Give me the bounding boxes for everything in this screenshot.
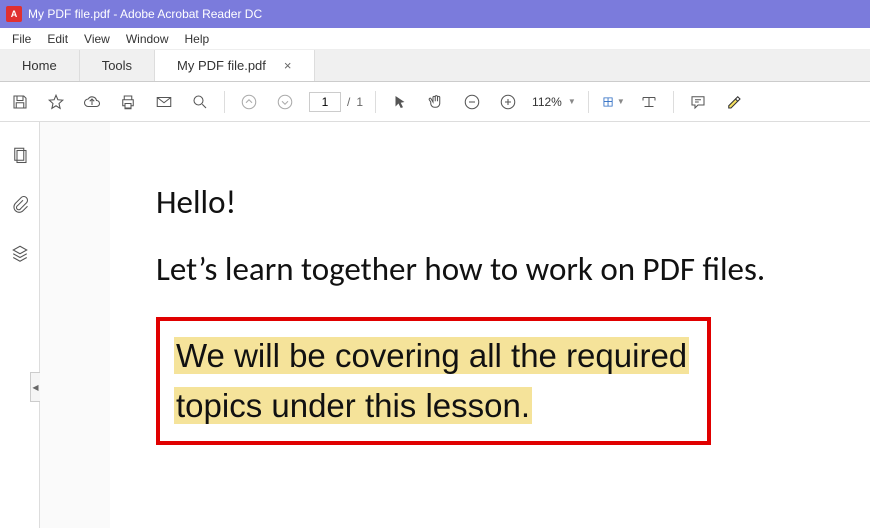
highlighted-text: We will be covering all the required <box>174 337 689 374</box>
separator <box>588 91 589 113</box>
annotation-box: We will be covering all the required top… <box>156 317 711 446</box>
thumbnails-icon[interactable] <box>11 146 29 169</box>
highlight-icon[interactable] <box>722 90 746 114</box>
star-icon[interactable] <box>44 90 68 114</box>
text-line-2: Let’s learn together how to work on PDF … <box>156 249 830 290</box>
close-icon[interactable]: × <box>284 58 292 73</box>
tab-bar: Home Tools My PDF file.pdf × <box>0 50 870 82</box>
page-total: 1 <box>356 95 363 109</box>
title-bar: A My PDF file.pdf - Adobe Acrobat Reader… <box>0 0 870 28</box>
workspace: ◀ Hello! Let’s learn together how to wor… <box>0 122 870 528</box>
tab-home-label: Home <box>22 58 57 73</box>
tab-tools-label: Tools <box>102 58 132 73</box>
toolbar: / 1 112% ▼ ▼ <box>0 82 870 122</box>
window-title: My PDF file.pdf - Adobe Acrobat Reader D… <box>28 7 262 21</box>
attachments-icon[interactable] <box>11 195 29 218</box>
menu-file[interactable]: File <box>4 30 39 48</box>
page-up-icon[interactable] <box>237 90 261 114</box>
search-icon[interactable] <box>188 90 212 114</box>
separator <box>224 91 225 113</box>
chevron-down-icon: ▼ <box>617 97 625 106</box>
menu-edit[interactable]: Edit <box>39 30 76 48</box>
left-panel: ◀ <box>0 122 40 528</box>
text-line-4: topics under this lesson. <box>174 385 689 427</box>
page-current-input[interactable] <box>309 92 341 112</box>
menu-help[interactable]: Help <box>177 30 218 48</box>
cloud-upload-icon[interactable] <box>80 90 104 114</box>
tab-tools[interactable]: Tools <box>80 50 155 81</box>
menu-bar: File Edit View Window Help <box>0 28 870 50</box>
text-line-1: Hello! <box>156 182 830 223</box>
layers-icon[interactable] <box>11 244 29 267</box>
zoom-value: 112% <box>532 95 562 109</box>
highlighted-text: topics under this lesson. <box>174 387 532 424</box>
pdf-page: Hello! Let’s learn together how to work … <box>110 122 870 528</box>
expand-panel-icon[interactable]: ◀ <box>30 372 40 402</box>
zoom-dropdown[interactable]: 112% ▼ <box>532 95 576 109</box>
tab-home[interactable]: Home <box>0 50 80 81</box>
page-down-icon[interactable] <box>273 90 297 114</box>
separator <box>375 91 376 113</box>
save-icon[interactable] <box>8 90 32 114</box>
zoom-out-icon[interactable] <box>460 90 484 114</box>
print-icon[interactable] <box>116 90 140 114</box>
comment-icon[interactable] <box>686 90 710 114</box>
app-icon: A <box>6 6 22 22</box>
zoom-in-icon[interactable] <box>496 90 520 114</box>
menu-window[interactable]: Window <box>118 30 177 48</box>
text-line-3: We will be covering all the required <box>174 335 689 377</box>
document-area[interactable]: Hello! Let’s learn together how to work … <box>40 122 870 528</box>
select-tool-icon[interactable] <box>388 90 412 114</box>
page-sep: / <box>347 95 350 109</box>
read-mode-icon[interactable] <box>637 90 661 114</box>
mail-icon[interactable] <box>152 90 176 114</box>
fit-width-icon[interactable]: ▼ <box>601 90 625 114</box>
chevron-down-icon: ▼ <box>568 97 576 106</box>
hand-tool-icon[interactable] <box>424 90 448 114</box>
separator <box>673 91 674 113</box>
tab-document[interactable]: My PDF file.pdf × <box>155 50 314 81</box>
tab-document-label: My PDF file.pdf <box>177 58 266 73</box>
menu-view[interactable]: View <box>76 30 118 48</box>
page-indicator: / 1 <box>309 92 363 112</box>
